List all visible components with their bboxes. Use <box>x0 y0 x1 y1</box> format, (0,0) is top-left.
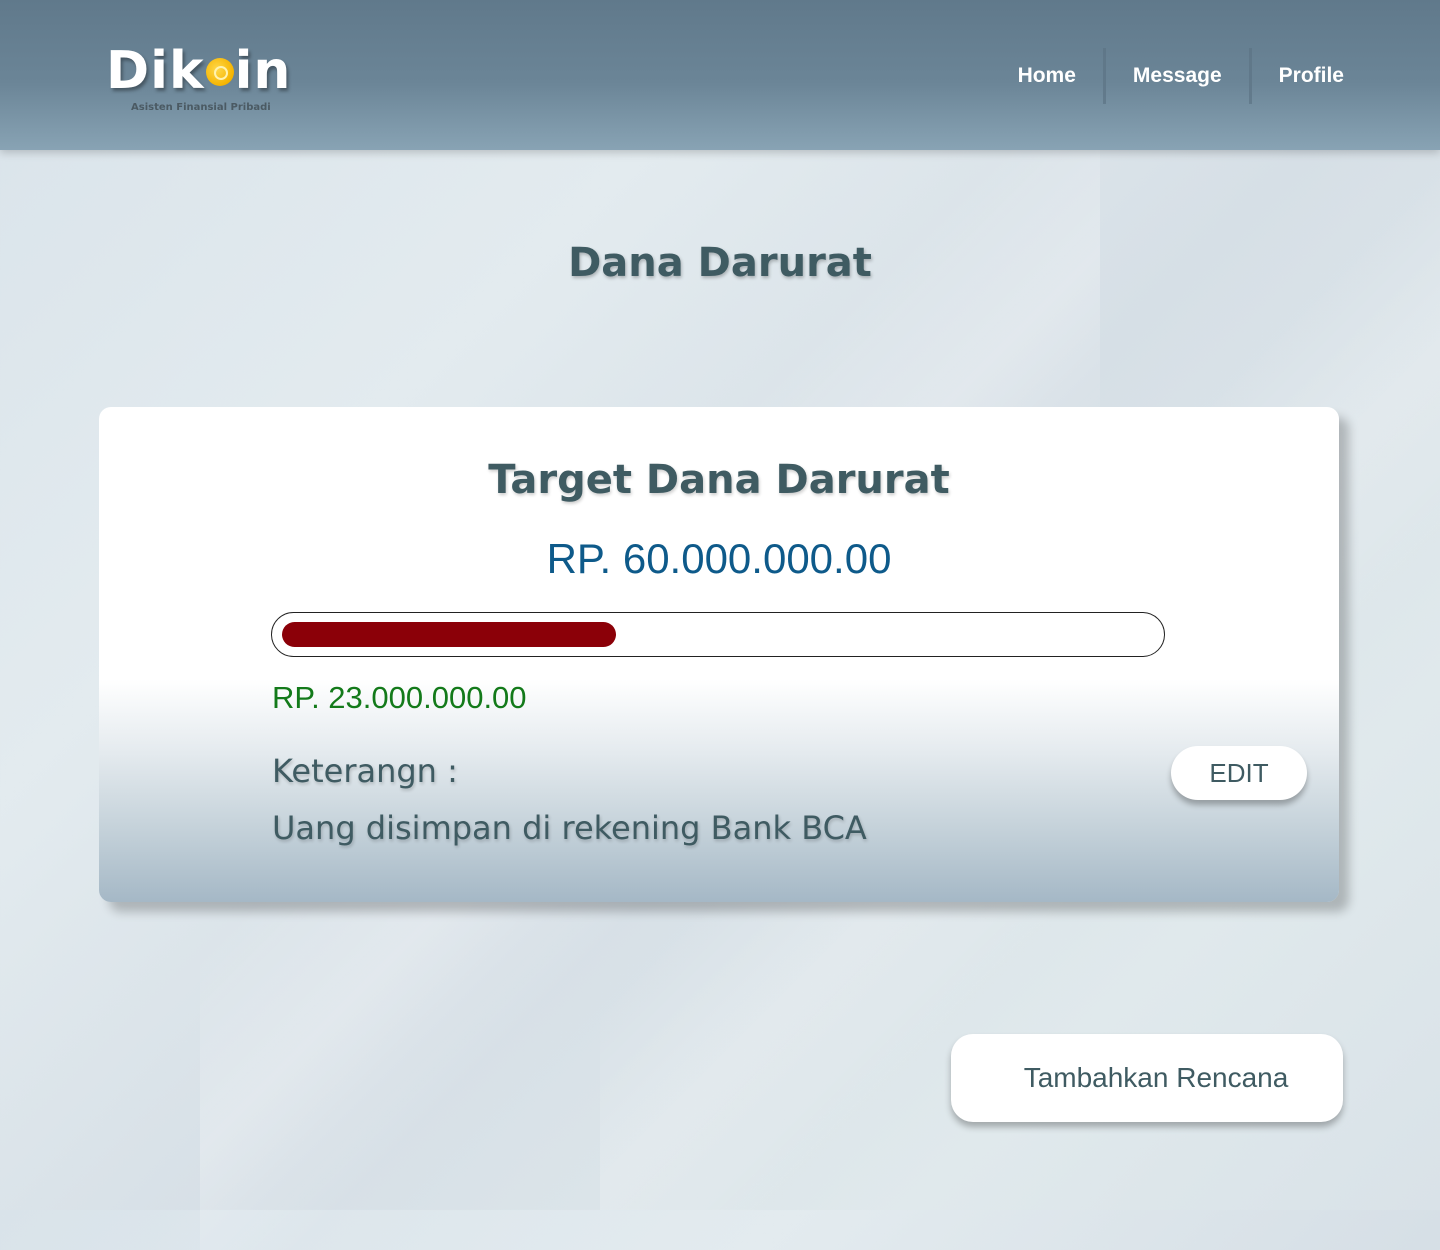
logo-tagline: Asisten Finansial Pribadi <box>131 102 271 113</box>
savings-progress-fill <box>282 622 616 647</box>
savings-progress-bar <box>271 612 1165 657</box>
add-plan-button[interactable]: Tambahkan Rencana <box>951 1034 1343 1122</box>
nav-divider <box>1102 48 1106 104</box>
coin-icon <box>205 58 234 86</box>
card-title: Target Dana Darurat <box>488 457 950 503</box>
description-text: Uang disimpan di rekening Bank BCA <box>272 809 867 847</box>
nav-profile-link[interactable]: Profile <box>1252 64 1344 88</box>
logo-text-start: Dik <box>106 41 205 101</box>
logo-wordmark: Dik in <box>106 40 291 102</box>
nav-home-link[interactable]: Home <box>991 64 1103 88</box>
nav-divider <box>1248 48 1252 104</box>
emergency-fund-card: Target Dana Darurat RP. 60.000.000.00 RP… <box>99 407 1339 902</box>
logo[interactable]: Dik in Asisten Finansial Pribadi <box>106 40 306 120</box>
main-nav: Home Message Profile <box>991 48 1344 104</box>
page-title: Dana Darurat <box>568 240 872 286</box>
top-navbar: Dik in Asisten Finansial Pribadi Home Mes… <box>0 0 1440 150</box>
description-label: Keterangn : <box>272 752 458 790</box>
target-amount: RP. 60.000.000.00 <box>546 535 892 582</box>
nav-message-link[interactable]: Message <box>1106 64 1249 88</box>
logo-text-end: in <box>234 41 292 101</box>
edit-button[interactable]: EDIT <box>1171 746 1307 800</box>
current-amount: RP. 23.000.000.00 <box>272 680 527 715</box>
